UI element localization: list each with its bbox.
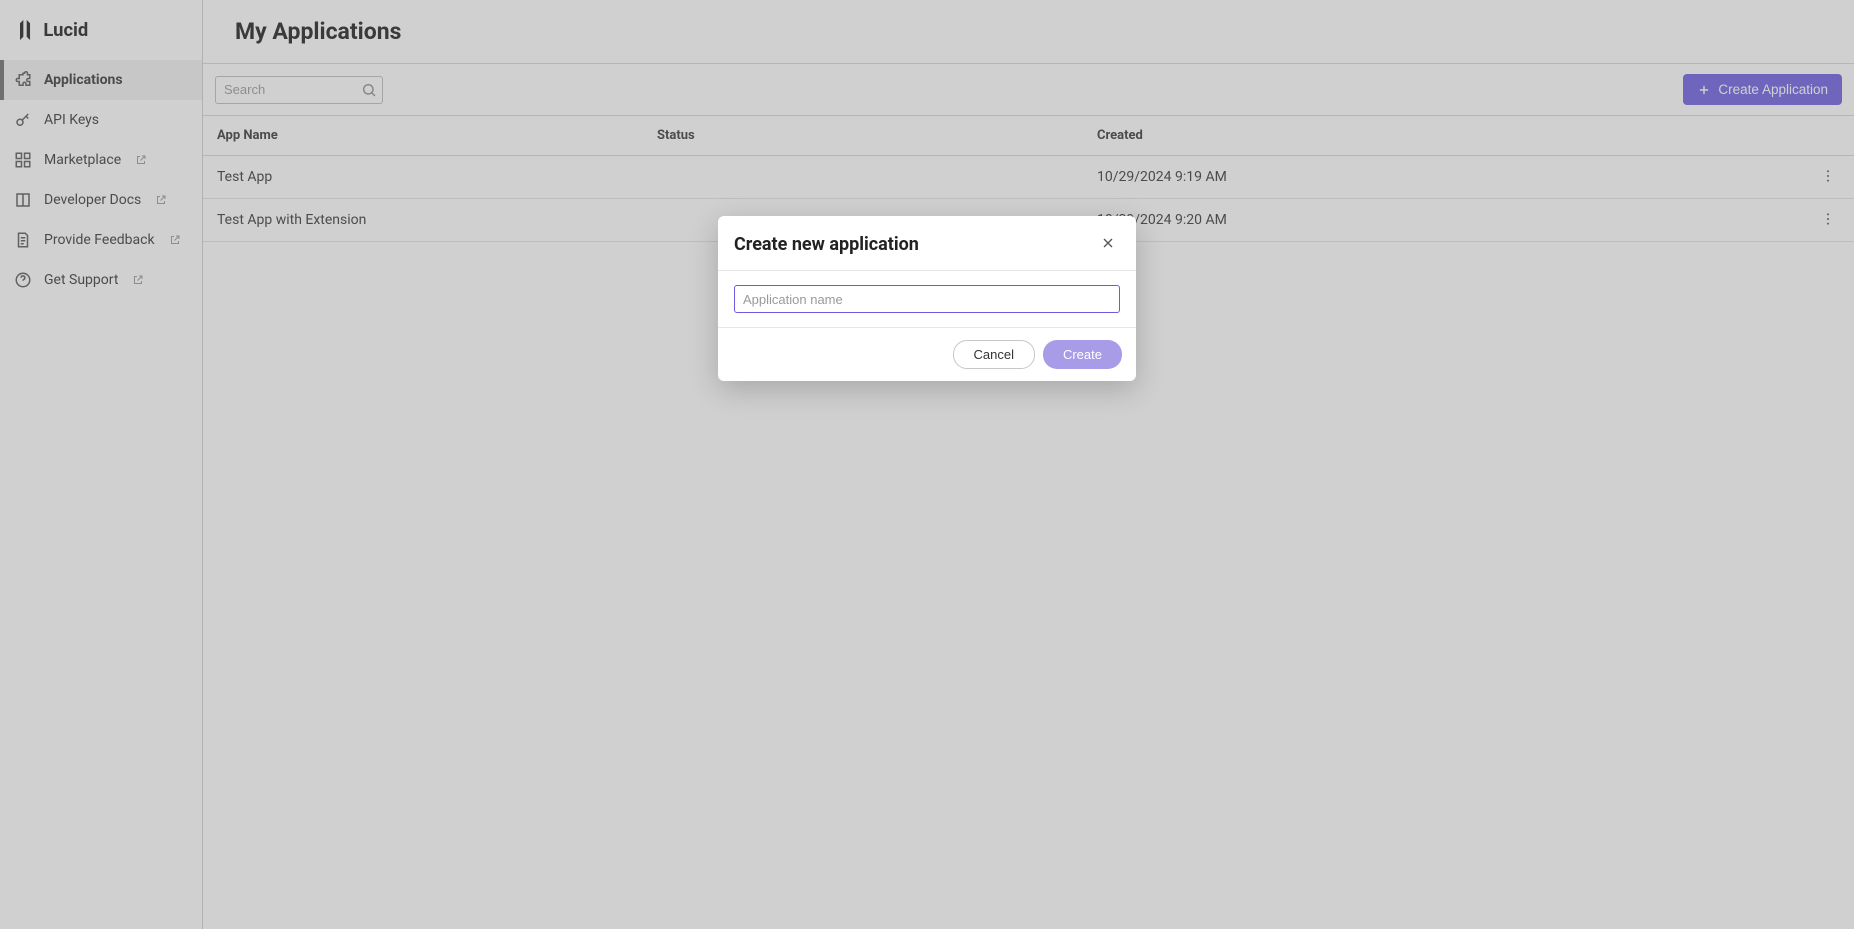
cancel-button[interactable]: Cancel: [953, 340, 1035, 369]
modal-close-button[interactable]: [1096, 232, 1120, 256]
application-name-input[interactable]: [734, 285, 1120, 313]
modal-header: Create new application: [718, 216, 1136, 271]
modal-body: [718, 271, 1136, 328]
close-icon: [1100, 235, 1116, 254]
create-application-modal: Create new application Cancel Create: [718, 216, 1136, 381]
modal-footer: Cancel Create: [718, 328, 1136, 381]
create-button[interactable]: Create: [1043, 340, 1122, 369]
modal-title: Create new application: [734, 234, 919, 255]
modal-overlay[interactable]: Create new application Cancel Create: [0, 0, 1854, 929]
